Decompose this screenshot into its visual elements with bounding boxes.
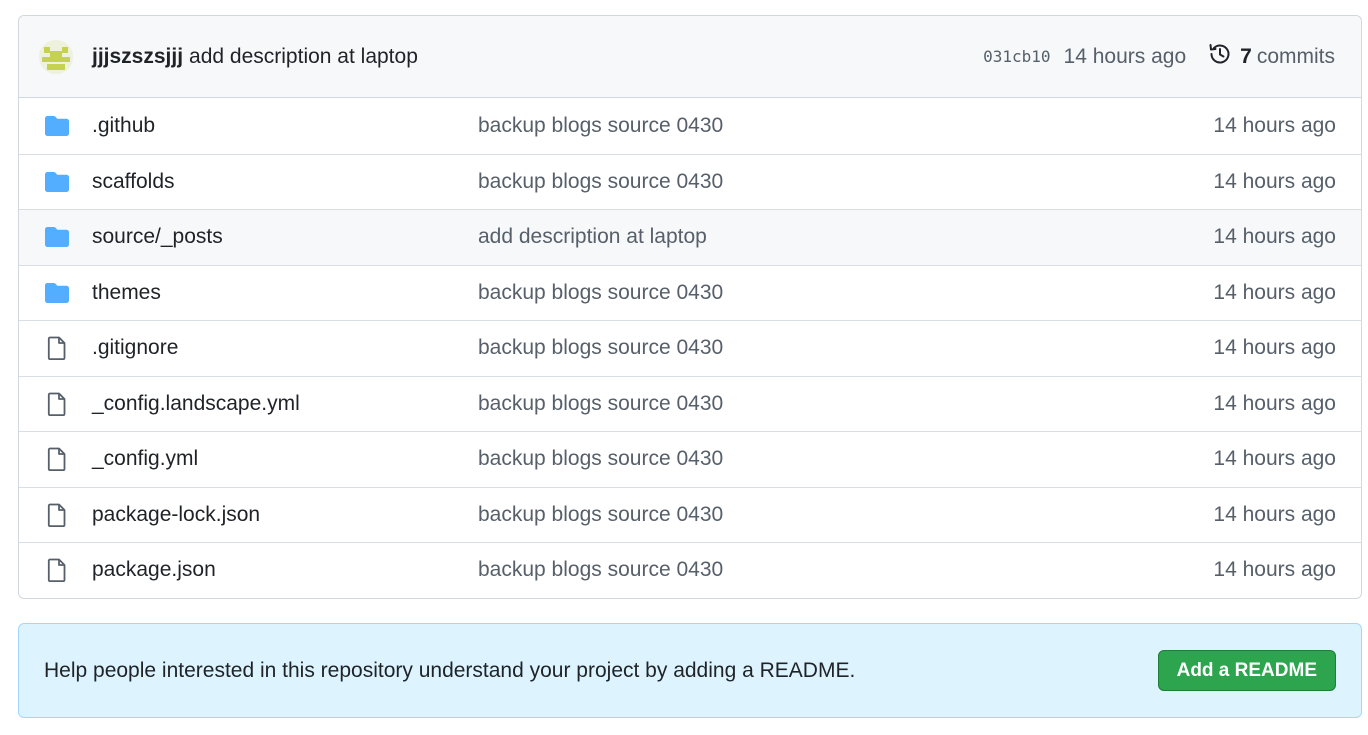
avatar[interactable]	[39, 39, 73, 74]
file-commit-age: 14 hours ago	[1213, 336, 1336, 360]
file-commit-message-link[interactable]: add description at laptop	[478, 225, 707, 249]
file-icon	[43, 556, 71, 584]
file-name-link[interactable]: scaffolds	[92, 170, 175, 194]
commit-count: 7	[1240, 44, 1252, 68]
file-browser: jjjszszsjjj add description at laptop 03…	[18, 15, 1362, 599]
file-commit-message-link[interactable]: backup blogs source 0430	[478, 558, 723, 582]
file-commit-message-link[interactable]: backup blogs source 0430	[478, 170, 723, 194]
file-name-link[interactable]: themes	[92, 281, 161, 305]
folder-icon	[43, 279, 71, 307]
file-list: .github backup blogs source 0430 14 hours …	[19, 98, 1361, 598]
file-commit-age: 14 hours ago	[1213, 391, 1336, 415]
file-icon	[43, 501, 71, 529]
commit-label: commits	[1256, 44, 1335, 68]
file-commit-age: 14 hours ago	[1213, 169, 1336, 193]
commit-author[interactable]: jjjszszsjjj	[92, 45, 183, 69]
file-commit-message-link[interactable]: backup blogs source 0430	[478, 392, 723, 416]
file-name-link[interactable]: _config.yml	[92, 447, 198, 471]
file-commit-age: 14 hours ago	[1213, 280, 1336, 304]
file-name-link[interactable]: .github	[92, 114, 155, 138]
file-commit-age: 14 hours ago	[1213, 113, 1336, 137]
file-row[interactable]: .github backup blogs source 0430 14 hours …	[19, 98, 1361, 154]
file-row[interactable]: package-lock.json backup blogs source 043…	[19, 486, 1361, 543]
commit-message[interactable]: add description at laptop	[189, 45, 418, 69]
file-row[interactable]: _config.yml backup blogs source 0430 14 ho…	[19, 431, 1361, 487]
file-row[interactable]: themes backup blogs source 0430 14 hours a…	[19, 264, 1361, 321]
file-name-link[interactable]: _config.landscape.yml	[92, 392, 300, 416]
latest-commit-bar: jjjszszsjjj add description at laptop 03…	[19, 16, 1361, 98]
file-icon	[43, 390, 71, 418]
file-commit-age: 14 hours ago	[1213, 225, 1336, 249]
file-commit-age: 14 hours ago	[1213, 502, 1336, 526]
commit-meta: 031cb10 14 hours ago 7 commits	[983, 42, 1335, 71]
file-commit-message-link[interactable]: backup blogs source 0430	[478, 281, 723, 305]
file-commit-message-link[interactable]: backup blogs source 0430	[478, 336, 723, 360]
history-icon	[1208, 42, 1240, 71]
commit-time: 14 hours ago	[1063, 44, 1187, 68]
folder-icon	[43, 223, 71, 251]
file-row[interactable]: .gitignore backup blogs source 0430 14 hou…	[19, 320, 1361, 376]
file-name-link[interactable]: source/_posts	[92, 225, 223, 249]
file-name-link[interactable]: package-lock.json	[92, 503, 260, 527]
commits-history-link[interactable]: 7 commits	[1208, 42, 1335, 71]
readme-banner: Help people interested in this repositor…	[18, 623, 1362, 718]
file-row[interactable]: package.json backup blogs source 0430 14 h…	[19, 542, 1361, 598]
file-row[interactable]: _config.landscape.yml backup blogs source…	[19, 375, 1361, 432]
file-icon	[43, 445, 71, 473]
commit-sha[interactable]: 031cb10	[983, 47, 1050, 66]
file-row[interactable]: source/_posts add description at laptop 14…	[19, 209, 1361, 265]
file-name-link[interactable]: package.json	[92, 558, 216, 582]
folder-icon	[43, 112, 71, 140]
file-commit-age: 14 hours ago	[1213, 558, 1336, 582]
file-commit-message-link[interactable]: backup blogs source 0430	[478, 114, 723, 138]
file-commit-message-link[interactable]: backup blogs source 0430	[478, 503, 723, 527]
file-row[interactable]: scaffolds backup blogs source 0430 14 hour…	[19, 153, 1361, 210]
readme-banner-text: Help people interested in this repositor…	[44, 658, 856, 682]
folder-icon	[43, 168, 71, 196]
file-commit-age: 14 hours ago	[1213, 447, 1336, 471]
add-readme-button[interactable]: Add a README	[1157, 650, 1336, 691]
file-icon	[43, 334, 71, 362]
file-commit-message-link[interactable]: backup blogs source 0430	[478, 447, 723, 471]
file-name-link[interactable]: .gitignore	[92, 336, 178, 360]
